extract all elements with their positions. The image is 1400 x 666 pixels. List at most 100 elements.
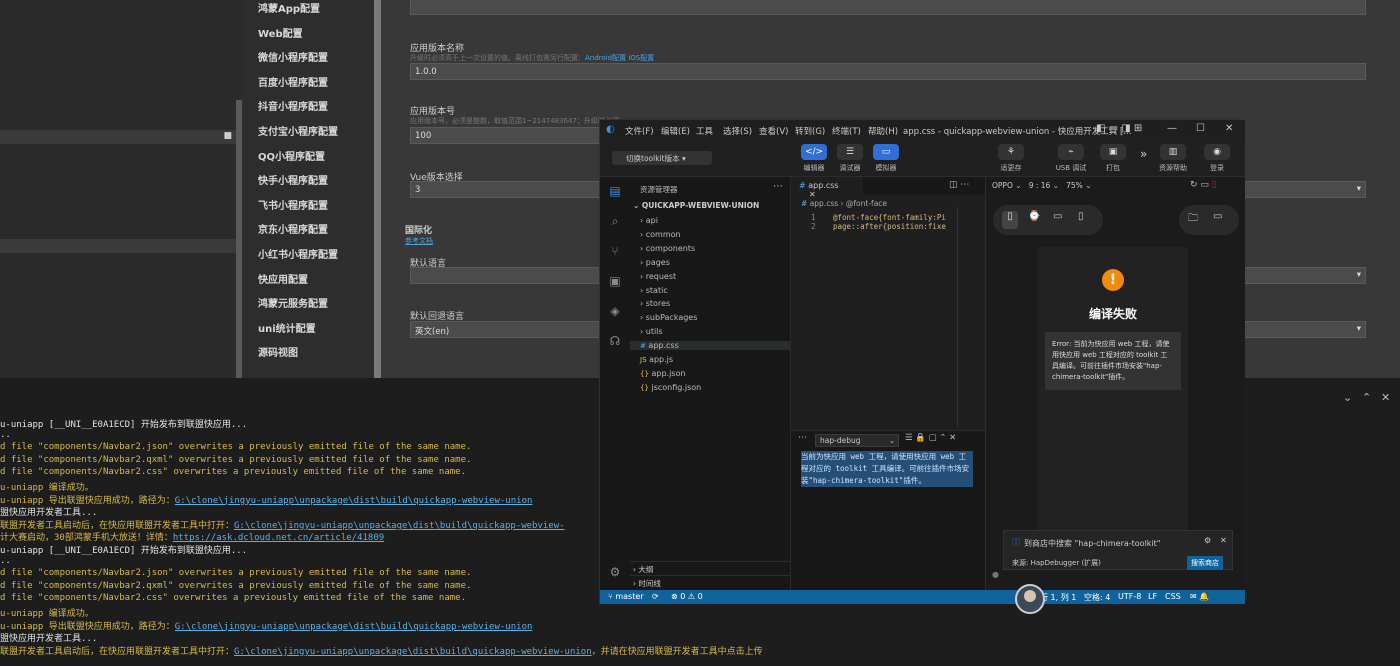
timeline-section[interactable]: › 时间线 — [630, 575, 790, 591]
settings-nav-item[interactable]: 微信小程序配置 — [258, 49, 328, 64]
maximize-icon[interactable]: ☐ — [1196, 123, 1205, 134]
split-editor-icon[interactable]: ◫ ⋯ — [949, 180, 969, 190]
output-channel-select[interactable]: hap-debug ⌄ — [815, 434, 899, 447]
tv-icon[interactable]: ▭ — [1053, 211, 1062, 222]
close-icon[interactable]: ✕ — [1220, 536, 1227, 545]
close-icon[interactable]: ✕ — [1381, 391, 1390, 404]
i18n-doc-link[interactable]: 参考文档 — [405, 236, 433, 246]
scrollbar[interactable] — [374, 0, 381, 378]
layout-icon[interactable]: ◧ ▭ ◨ ⊞ — [1096, 123, 1142, 134]
settings-nav-item[interactable]: Web配置 — [258, 25, 303, 40]
settings-nav-item[interactable]: 飞书小程序配置 — [258, 197, 328, 212]
folder-item[interactable]: › utils — [640, 327, 663, 336]
package-icon[interactable]: ▣ — [1100, 144, 1126, 160]
folder-item[interactable]: › request — [640, 272, 676, 281]
minimize-icon[interactable]: — — [1167, 123, 1177, 134]
collapse-icon[interactable]: ⌄ — [1343, 391, 1352, 404]
avatar[interactable] — [1015, 584, 1045, 614]
settings-nav-item[interactable]: 鸿蒙元服务配置 — [258, 295, 328, 310]
debug-icon[interactable]: ▣ — [607, 274, 623, 290]
settings-nav-item[interactable]: 鸿蒙App配置 — [258, 0, 320, 15]
menu-item[interactable]: 选择(S) — [723, 125, 752, 137]
indent-status[interactable]: 空格: 4 — [1084, 592, 1110, 603]
user-icon[interactable]: ◉ — [1204, 144, 1230, 160]
vue-version-select-end[interactable]: ▾ — [1244, 181, 1366, 198]
fallback-lang-select-end[interactable]: ▾ — [1244, 321, 1366, 338]
version-code-input[interactable]: 100 — [410, 127, 620, 144]
ratio-select[interactable]: 9 : 16 — [1029, 181, 1051, 190]
expand-icon[interactable]: ⌃ — [1362, 391, 1371, 404]
menu-item[interactable]: 文件(F) — [625, 125, 654, 137]
debugger-view-button[interactable]: ☰ — [837, 144, 863, 160]
menu-item[interactable]: 编辑(E) — [661, 125, 690, 137]
editor-view-button[interactable]: </> — [801, 144, 827, 160]
menu-item[interactable]: 帮助(H) — [868, 125, 898, 137]
simulator-view-button[interactable]: ▭ — [873, 144, 899, 160]
fallback-lang-select[interactable]: 英文(en) — [410, 321, 620, 338]
more-icon[interactable]: » — [1140, 147, 1147, 161]
toolkit-switch-select[interactable]: 切换toolkit版本 ▾ — [612, 151, 712, 165]
save-icon[interactable]: ⚘ — [998, 144, 1024, 160]
settings-nav-item[interactable]: 源码视图 — [258, 344, 298, 359]
settings-nav-item[interactable]: 支付宝小程序配置 — [258, 123, 338, 138]
search-icon[interactable]: ⌕ — [607, 214, 623, 230]
code-view[interactable]: @font-face{font-family:Pi page::after{po… — [833, 213, 955, 231]
folder-item[interactable]: › api — [640, 216, 658, 225]
folder-item[interactable]: › components — [640, 244, 695, 253]
close-icon[interactable]: ✕ — [1225, 123, 1233, 134]
settings-nav-item[interactable]: 百度小程序配置 — [258, 74, 328, 89]
sync-icon[interactable]: ⟳ — [652, 592, 659, 601]
version-name-input[interactable]: 1.0.0 — [410, 63, 1366, 80]
ios-config-link[interactable]: iOS配置 — [628, 54, 654, 62]
language-status[interactable]: CSS — [1165, 592, 1181, 601]
search-store-button[interactable]: 搜索商店 — [1187, 556, 1223, 570]
headset-icon[interactable]: ☊ — [607, 334, 623, 350]
output-actions-icon[interactable]: ☰ 🔒 ▢ ⌃ ✕ — [905, 433, 956, 443]
branch-status[interactable]: ⑂ master — [608, 592, 644, 601]
gear-icon[interactable]: ⚙ — [607, 565, 623, 581]
console-path-link[interactable]: G:\clone\jingyu-uniapp\unpackage\dist\bu… — [175, 622, 533, 632]
cursor-position[interactable]: 行 1, 列 1 — [1040, 592, 1076, 603]
file-item[interactable]: {} jsconfig.json — [640, 383, 701, 392]
file-item[interactable]: # app.css — [630, 341, 790, 351]
usb-debug-icon[interactable]: ⌁ — [1058, 144, 1084, 160]
tree-row-selected[interactable]: ■ — [0, 130, 236, 144]
folder-item[interactable]: › common — [640, 230, 681, 239]
tablet-icon[interactable]: ▯ — [1078, 211, 1084, 222]
settings-nav-item[interactable]: 快应用配置 — [258, 271, 308, 286]
menu-item[interactable]: 工具 — [696, 125, 713, 137]
vue-version-select[interactable]: 3 — [410, 181, 620, 198]
folder-item[interactable]: › static — [640, 286, 668, 295]
menu-item[interactable]: 转到(G) — [795, 125, 825, 137]
settings-nav-item[interactable]: 小红书小程序配置 — [258, 246, 338, 261]
folder-icon[interactable]: 🗀 — [1188, 211, 1198, 228]
tab-app-css[interactable]: # app.css ✕ — [791, 177, 863, 199]
resource-help-icon[interactable]: ▥ — [1160, 144, 1186, 160]
settings-nav-item[interactable]: 京东小程序配置 — [258, 221, 328, 236]
watch-icon[interactable]: ⌚ — [1028, 211, 1040, 222]
problems-status[interactable]: ⊗ 0 ⚠ 0 — [671, 592, 703, 601]
file-item[interactable]: {} app.json — [640, 369, 685, 378]
screen-icon[interactable]: ▭ — [1213, 211, 1222, 222]
console-path-link[interactable]: https://ask.dcloud.net.cn/article/41809 — [173, 533, 384, 543]
android-config-link[interactable]: Android配置 — [585, 54, 626, 62]
file-item[interactable]: JS app.js — [640, 355, 673, 364]
more-actions-icon[interactable]: ⋯ — [773, 181, 783, 192]
phone-icon[interactable]: ▯ — [1002, 211, 1018, 229]
device-select[interactable]: OPPO — [992, 181, 1013, 190]
settings-nav-item[interactable]: 抖音小程序配置 — [258, 98, 328, 113]
default-lang-select[interactable] — [410, 267, 620, 284]
files-icon[interactable]: ▤ — [607, 184, 623, 200]
eol-status[interactable]: LF — [1148, 592, 1157, 601]
zoom-select[interactable]: 75% — [1066, 181, 1083, 190]
sim-actions-icon[interactable]: ↻ ▭ ▯ — [1190, 180, 1217, 190]
menu-item[interactable]: 查看(V) — [759, 125, 788, 137]
more-icon[interactable]: ⋯ — [798, 433, 807, 443]
folder-item[interactable]: › stores — [640, 299, 670, 308]
top-input[interactable] — [410, 0, 1366, 15]
settings-nav-item[interactable]: 快手小程序配置 — [258, 172, 328, 187]
console-path-link[interactable]: G:\clone\jingyu-uniapp\unpackage\dist\bu… — [175, 496, 533, 506]
source-control-icon[interactable]: ⑂ — [607, 244, 623, 260]
console-path-link[interactable]: G:\clone\jingyu-uniapp\unpackage\dist\bu… — [234, 647, 592, 657]
settings-nav-item[interactable]: uni统计配置 — [258, 320, 316, 335]
